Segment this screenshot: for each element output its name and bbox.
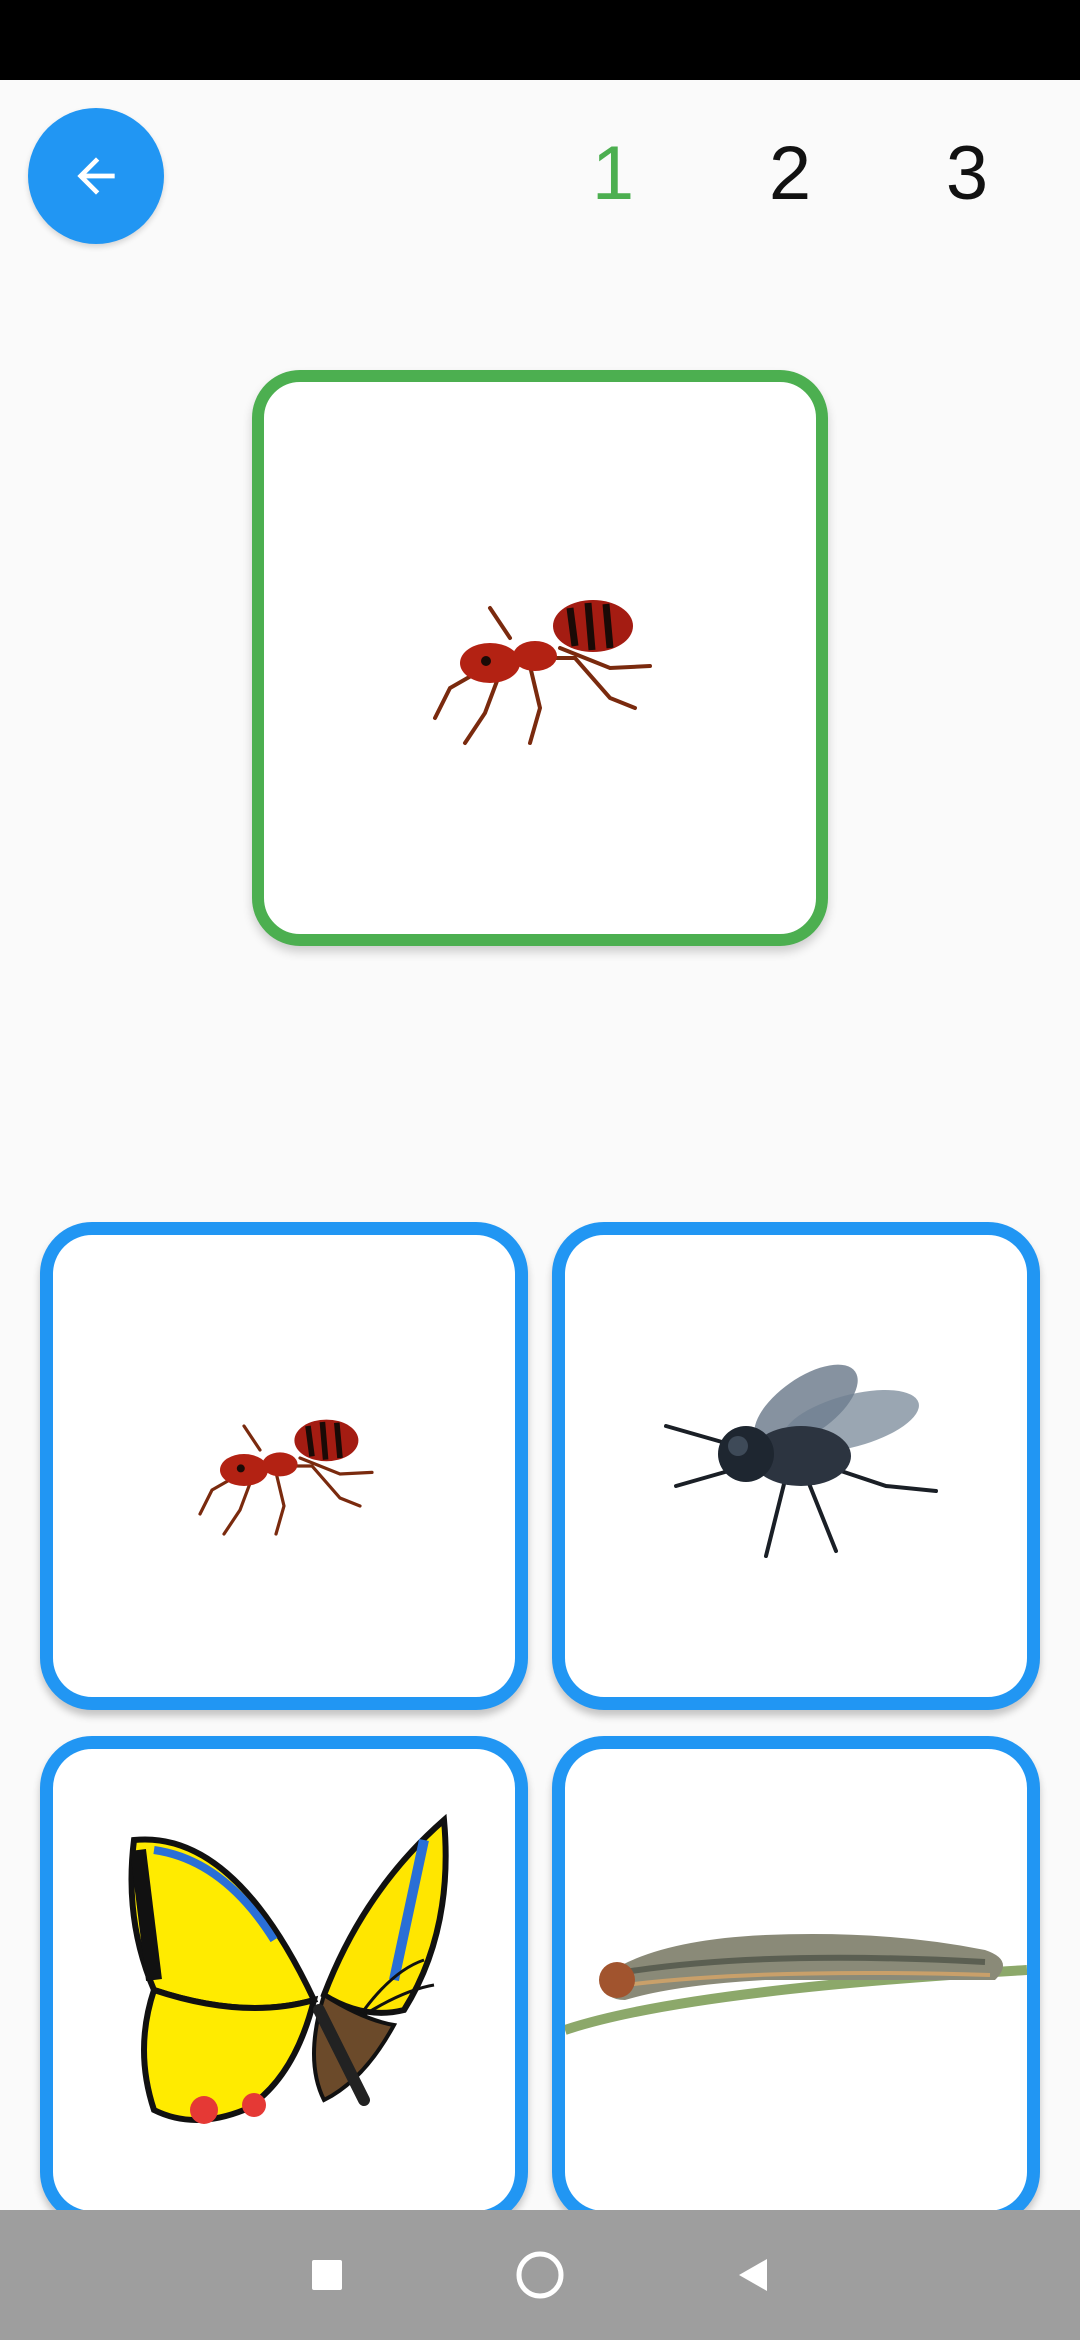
caterpillar-picture bbox=[565, 1934, 1027, 2035]
triangle-back-icon bbox=[739, 2259, 768, 2291]
square-icon bbox=[311, 2260, 342, 2290]
system-nav-bar bbox=[0, 2210, 1080, 2340]
choice-card-ant[interactable] bbox=[40, 1222, 528, 1710]
level-2[interactable]: 2 bbox=[745, 126, 835, 222]
level-1[interactable]: 1 bbox=[568, 126, 658, 222]
back-nav-button[interactable] bbox=[723, 2245, 783, 2305]
status-bar bbox=[0, 0, 1080, 80]
recents-button[interactable] bbox=[297, 2245, 357, 2305]
ant-picture bbox=[198, 1419, 374, 1536]
choice-card-fly[interactable] bbox=[552, 1222, 1040, 1710]
circle-icon bbox=[516, 2251, 564, 2299]
target-card bbox=[252, 370, 828, 946]
butterfly-picture bbox=[128, 1813, 449, 2124]
home-button[interactable] bbox=[510, 2245, 570, 2305]
choice-card-caterpillar[interactable] bbox=[552, 1736, 1040, 2224]
fly-picture bbox=[664, 1364, 938, 1558]
back-button[interactable] bbox=[28, 108, 164, 244]
level-3[interactable]: 3 bbox=[922, 126, 1012, 222]
ant-picture bbox=[433, 600, 652, 745]
choice-card-butterfly[interactable] bbox=[40, 1736, 528, 2224]
arrow-left-icon bbox=[77, 157, 115, 195]
